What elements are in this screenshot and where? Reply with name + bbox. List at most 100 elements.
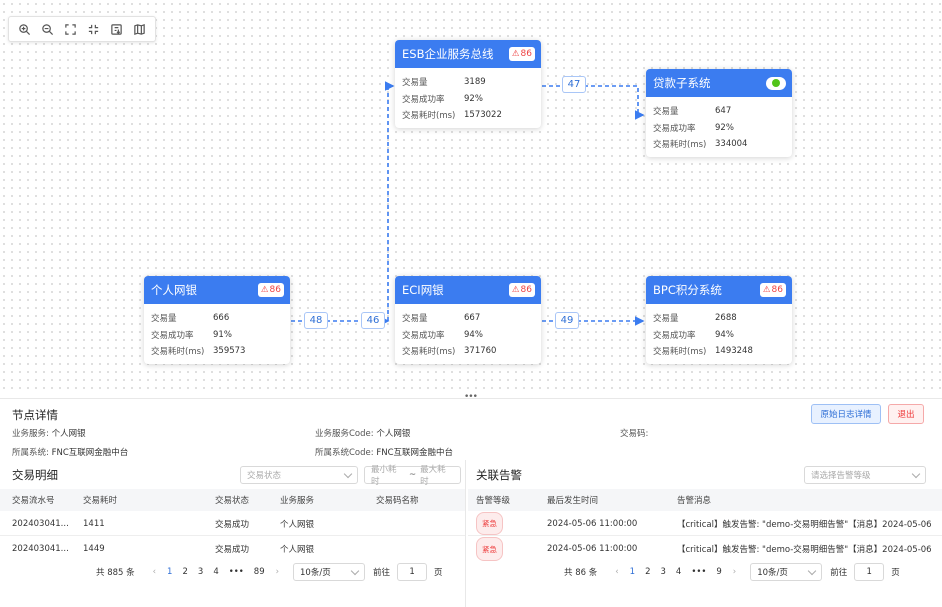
status-online-icon xyxy=(766,76,786,90)
metric-label: 交易成功率 xyxy=(402,94,445,105)
page-suffix: 页 xyxy=(891,568,900,578)
metric-label: 交易量 xyxy=(402,78,428,89)
service-code-field: 业务服务Code: 个人网银 xyxy=(315,427,410,439)
page-size-select[interactable]: 10条/页 xyxy=(750,563,823,581)
detail-title: 节点详情 xyxy=(12,408,58,422)
max-duration-input[interactable]: 最大耗时 xyxy=(420,463,454,487)
trade-code-field: 交易码: xyxy=(620,427,648,439)
metric-value: 3189 xyxy=(464,77,486,88)
topology-canvas[interactable]: 48 46 47 49 ESB企业服务总线 ⚠ 86 交易量 3189 交易成功率 9… xyxy=(0,0,942,395)
alert-badge[interactable]: ⚠ 86 xyxy=(508,47,535,61)
status-select[interactable]: 交易状态 xyxy=(240,466,358,484)
node-eci[interactable]: ECI网银 ⚠ 86 交易量 667 交易成功率 94% 交易耗时(ms) 371760 xyxy=(395,276,541,364)
node-title: 贷款子系统 xyxy=(653,76,711,90)
column-header: 交易耗时 xyxy=(83,496,118,506)
metric-value: 1493248 xyxy=(715,346,753,357)
field-value: 个人网银 xyxy=(376,429,411,439)
node-bpc[interactable]: BPC积分系统 ⚠ 86 交易量 2688 交易成功率 94% 交易耗时(ms) 149… xyxy=(646,276,792,364)
minimap-icon[interactable] xyxy=(128,18,151,40)
exit-button[interactable]: 退出 xyxy=(888,404,924,424)
table-header: 告警等级 最后发生时间 告警消息 xyxy=(468,489,942,511)
page-number[interactable]: 4 xyxy=(671,567,686,577)
field-label: 所属系统: xyxy=(12,448,49,458)
chevron-down-icon xyxy=(350,566,360,575)
alert-badge[interactable]: ⚠ 86 xyxy=(508,283,535,297)
alert-count: 86 xyxy=(269,285,281,295)
prev-page-icon[interactable]: ‹ xyxy=(147,567,162,577)
table-row[interactable]: 紧急 2024-05-06 11:00:00 【critical】触发告警: "… xyxy=(468,537,942,561)
metric-label: 交易量 xyxy=(653,107,679,118)
table-header: 交易流水号 交易耗时 交易状态 业务服务 交易码名称 xyxy=(0,489,465,511)
page-number[interactable]: 9 xyxy=(711,567,726,577)
page-number[interactable]: 89 xyxy=(249,567,270,577)
min-duration-input[interactable]: 最小耗时 xyxy=(371,463,405,487)
metric-label: 交易成功率 xyxy=(653,123,696,134)
edge-esb-loan[interactable] xyxy=(542,85,645,120)
table-cell: 【critical】触发告警: "demo-交易明细告警"【消息】2024-05… xyxy=(677,545,932,555)
zoom-out-icon[interactable] xyxy=(36,18,59,40)
transactions-title: 交易明细 xyxy=(12,468,58,482)
node-title: ECI网银 xyxy=(402,283,444,297)
page-number[interactable]: 3 xyxy=(655,567,670,577)
alerts-panel: 关联告警 请选择告警等级 告警等级 最后发生时间 告警消息 紧急 2024-05… xyxy=(468,460,942,607)
page-number[interactable]: 3 xyxy=(193,567,208,577)
alert-icon: ⚠ xyxy=(260,285,269,295)
column-header: 业务服务 xyxy=(280,496,315,506)
zoom-in-icon[interactable] xyxy=(13,18,36,40)
edge-eci-esb[interactable] xyxy=(385,81,395,321)
edge-label-eci-bpc: 49 xyxy=(555,312,579,329)
actual-size-icon[interactable] xyxy=(82,18,105,40)
table-row[interactable]: 紧急 2024-05-06 11:00:00 【critical】触发告警: "… xyxy=(468,512,942,536)
metric-label: 交易耗时(ms) xyxy=(402,347,456,358)
select-placeholder: 交易状态 xyxy=(247,471,282,481)
next-page-icon[interactable]: › xyxy=(727,567,742,577)
table-cell: 1411 xyxy=(83,518,105,529)
goto-page-input[interactable]: 1 xyxy=(397,563,428,581)
download-icon[interactable] xyxy=(105,18,128,40)
raw-log-button[interactable]: 原始日志详情 xyxy=(811,404,881,424)
alert-level-select[interactable]: 请选择告警等级 xyxy=(804,466,926,484)
node-esb[interactable]: ESB企业服务总线 ⚠ 86 交易量 3189 交易成功率 92% 交易耗时(ms) 1… xyxy=(395,40,541,128)
goto-label: 前往 xyxy=(830,568,848,578)
metric-value: 647 xyxy=(715,106,732,117)
field-label: 业务服务: xyxy=(12,429,49,439)
node-loan[interactable]: 贷款子系统 交易量 647 交易成功率 92% 交易耗时(ms) 334004 xyxy=(646,69,792,157)
alert-badge[interactable]: ⚠ 86 xyxy=(257,283,284,297)
node-personal[interactable]: 个人网银 ⚠ 86 交易量 666 交易成功率 91% 交易耗时(ms) 359573 xyxy=(144,276,290,364)
fit-view-icon[interactable] xyxy=(59,18,82,40)
table-cell: 【critical】触发告警: "demo-交易明细告警"【消息】2024-05… xyxy=(677,519,932,530)
alert-count: 86 xyxy=(771,285,783,295)
graph-toolbar xyxy=(8,16,156,42)
goto-page-input[interactable]: 1 xyxy=(854,563,885,581)
column-header: 告警消息 xyxy=(677,496,712,506)
metric-label: 交易成功率 xyxy=(653,330,696,341)
page-size-select[interactable]: 10条/页 xyxy=(293,563,366,581)
page-number[interactable]: 4 xyxy=(208,567,223,577)
table-row[interactable]: 202403041... 1411 交易成功 个人网银 xyxy=(0,512,465,536)
column-header: 告警等级 xyxy=(476,496,511,506)
alert-icon: ⚠ xyxy=(762,285,771,295)
alert-count: 86 xyxy=(520,285,532,295)
range-separator: ~ xyxy=(408,470,417,480)
table-cell: 202403041... xyxy=(12,544,69,554)
table-cell: 2024-05-06 11:00:00 xyxy=(547,544,638,554)
field-label: 交易码: xyxy=(620,429,649,439)
metric-value: 359573 xyxy=(213,346,246,357)
page-number[interactable]: 2 xyxy=(640,567,655,577)
duration-range-input[interactable]: 最小耗时 ~ 最大耗时 xyxy=(364,463,461,487)
service-field: 业务服务: 个人网银 xyxy=(12,427,86,439)
page-number[interactable]: 1 xyxy=(162,567,177,577)
more-pages-icon[interactable]: ••• xyxy=(686,567,711,577)
page-size-value: 10条/页 xyxy=(300,568,331,578)
total-count: 共 86 条 xyxy=(564,568,598,578)
prev-page-icon[interactable]: ‹ xyxy=(609,567,624,577)
page-number[interactable]: 1 xyxy=(625,567,640,577)
page-number[interactable]: 2 xyxy=(177,567,192,577)
next-page-icon[interactable]: › xyxy=(270,567,285,577)
alerts-title: 关联告警 xyxy=(476,468,522,482)
alert-badge[interactable]: ⚠ 86 xyxy=(759,283,786,297)
metric-value: 667 xyxy=(464,313,481,324)
metric-label: 交易耗时(ms) xyxy=(402,111,456,122)
more-pages-icon[interactable]: ••• xyxy=(224,567,249,577)
table-row[interactable]: 202403041... 1449 交易成功 个人网银 xyxy=(0,537,465,561)
